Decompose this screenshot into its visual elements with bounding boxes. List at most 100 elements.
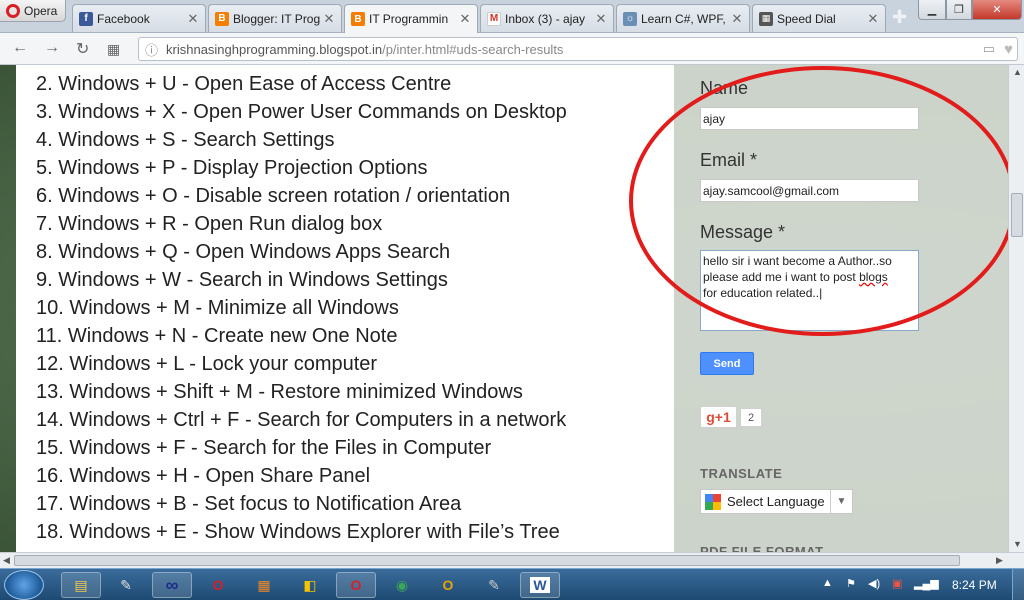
tab-label: Inbox (3) - ajay <box>505 11 586 26</box>
tab-inbox[interactable]: M Inbox (3) - ajay ✕ <box>480 4 614 32</box>
tool-icon[interactable]: ✎ <box>106 572 146 598</box>
facebook-icon: f <box>79 11 93 26</box>
tab-label: Learn C#, WPF, <box>641 11 726 26</box>
notepad-icon[interactable]: ✎ <box>474 572 514 598</box>
list-item: 14. Windows + Ctrl + F - Search for Comp… <box>36 409 567 431</box>
sidebar: Name ajay Email * ajay.samcool@gmail.com… <box>674 65 1008 552</box>
list-item: 10. Windows + M - Minimize all Windows <box>36 297 399 319</box>
back-icon[interactable]: ← <box>12 39 28 57</box>
opera-logo-icon <box>6 3 20 18</box>
list-item: 18. Windows + E - Show Windows Explorer … <box>36 521 560 543</box>
opera-icon[interactable]: O <box>336 572 376 598</box>
url-path: /p/inter.html#uds-search-results <box>382 41 564 57</box>
gplus-count: 2 <box>740 408 762 427</box>
vertical-scroll-thumb[interactable] <box>1011 193 1023 237</box>
tab-facebook[interactable]: f Facebook ✕ <box>72 4 206 32</box>
close-icon[interactable]: ✕ <box>187 11 199 27</box>
blogger-icon: B <box>351 12 365 26</box>
infinity-icon[interactable]: ∞ <box>152 572 192 598</box>
horizontal-scrollbar[interactable]: ◀ ▶ <box>0 552 1024 568</box>
page-info-icon[interactable]: ⓘ <box>145 40 158 59</box>
tab-speed-dial[interactable]: ▦ Speed Dial ✕ <box>752 4 886 32</box>
close-window-button[interactable]: ✕ <box>972 0 1022 20</box>
pdf-section-heading: PDF FILE FORMAT <box>700 544 824 552</box>
message-text: for education related.. <box>703 286 820 300</box>
network-icon[interactable]: ▂▄▆ <box>914 577 939 590</box>
horizontal-scroll-thumb[interactable] <box>14 555 960 566</box>
list-item: 3. Windows + X - Open Power User Command… <box>36 101 567 123</box>
chat-icon[interactable]: ◧ <box>290 572 330 598</box>
scroll-right-icon[interactable]: ▶ <box>996 555 1003 566</box>
media-icon[interactable]: ▦ <box>244 572 284 598</box>
name-label: Name <box>700 78 749 98</box>
opera-menu-button[interactable]: Opera <box>0 0 66 22</box>
close-icon[interactable]: ✕ <box>595 11 607 27</box>
vertical-scrollbar[interactable]: ▲ ▼ <box>1008 65 1024 552</box>
message-textarea[interactable]: hello sir i want become a Author..so ple… <box>700 250 919 331</box>
page-action-icon[interactable]: ▭ <box>983 41 995 57</box>
tab-blogger[interactable]: B Blogger: IT Prog ✕ <box>208 4 342 32</box>
learn-icon: ☼ <box>623 11 637 26</box>
google-translate-icon <box>705 493 721 510</box>
article-body: 2. Windows + U - Open Ease of Access Cen… <box>16 65 674 552</box>
list-item: 2. Windows + U - Open Ease of Access Cen… <box>36 73 452 95</box>
list-item: 11. Windows + N - Create new One Note <box>36 325 398 347</box>
tab-label: IT Programmin <box>369 12 449 26</box>
email-label: Email * <box>700 150 758 170</box>
forward-icon[interactable]: → <box>44 39 60 57</box>
tab-it-programming[interactable]: B IT Programmin ✕ <box>344 4 478 33</box>
speed-dial-icon: ▦ <box>759 11 773 26</box>
close-icon[interactable]: ✕ <box>459 11 471 27</box>
list-item: 12. Windows + L - Lock your computer <box>36 353 378 375</box>
shortcut-list: 2. Windows + U - Open Ease of Access Cen… <box>36 70 567 546</box>
language-select[interactable]: Select Language ▼ <box>700 489 853 514</box>
scroll-left-icon[interactable]: ◀ <box>3 555 10 566</box>
explorer-icon[interactable]: ▤ <box>61 572 101 598</box>
tray-arrow-icon[interactable]: ▲ <box>822 577 833 589</box>
outlook-icon[interactable]: O <box>428 572 468 598</box>
list-item: 13. Windows + Shift + M - Restore minimi… <box>36 381 523 403</box>
reload-icon[interactable]: ↻ <box>76 39 89 59</box>
tab-learn[interactable]: ☼ Learn C#, WPF, ✕ <box>616 4 750 32</box>
new-tab-button[interactable]: ✚ <box>892 7 907 28</box>
scroll-down-icon[interactable]: ▼ <box>1013 539 1022 549</box>
address-bar[interactable]: ⓘ krishnasinghprogramming.blogspot.in/p/… <box>138 37 1018 61</box>
message-line: hello sir i want become a Author..so <box>703 254 892 268</box>
restore-button[interactable]: ❐ <box>946 0 972 20</box>
clock[interactable]: 8:24 PM <box>952 578 997 592</box>
flag-icon[interactable]: ⚑ <box>846 577 856 590</box>
power-icon[interactable]: ▣ <box>892 577 902 590</box>
tab-label: Speed Dial <box>777 11 836 26</box>
gmail-icon: M <box>487 11 501 26</box>
message-label: Message * <box>700 222 786 242</box>
close-icon[interactable]: ✕ <box>323 11 335 27</box>
opera-mini-icon[interactable]: O <box>198 572 238 598</box>
close-icon[interactable]: ✕ <box>867 11 879 27</box>
tab-label: Facebook <box>97 11 150 26</box>
speed-dial-grid-icon[interactable]: ▦ <box>107 41 120 58</box>
list-item: 17. Windows + B - Set focus to Notificat… <box>36 493 462 515</box>
name-field[interactable]: ajay <box>700 107 919 130</box>
message-text: please add me i want to post <box>703 270 860 284</box>
close-icon[interactable]: ✕ <box>731 11 743 27</box>
language-select-label: Select Language <box>727 494 825 509</box>
list-item: 9. Windows + W - Search in Windows Setti… <box>36 269 448 291</box>
navigation-toolbar: ← → ↻ ▦ ⓘ krishnasinghprogramming.blogsp… <box>0 33 1024 65</box>
chrome-icon[interactable]: ◉ <box>382 572 422 598</box>
misspelled-word: blogs <box>859 270 888 284</box>
minimize-button[interactable]: ▁ <box>918 0 946 20</box>
heart-icon[interactable]: ♥ <box>1004 41 1013 58</box>
chevron-down-icon: ▼ <box>830 490 852 513</box>
volume-icon[interactable]: ◀) <box>868 577 880 590</box>
email-field[interactable]: ajay.samcool@gmail.com <box>700 179 919 202</box>
windows-start-icon[interactable] <box>4 570 44 600</box>
show-desktop-button[interactable] <box>1012 569 1024 600</box>
word-icon[interactable]: W <box>520 572 560 598</box>
scroll-up-icon[interactable]: ▲ <box>1013 67 1022 77</box>
gplus-button[interactable]: g+1 <box>700 406 737 428</box>
web-page: 2. Windows + U - Open Ease of Access Cen… <box>0 65 1008 552</box>
list-item: 7. Windows + R - Open Run dialog box <box>36 213 383 235</box>
tab-strip: Opera f Facebook ✕ B Blogger: IT Prog ✕ … <box>0 0 1024 33</box>
send-button[interactable]: Send <box>700 352 754 375</box>
taskbar: ▤ ✎ ∞ O ▦ ◧ O ◉ O ✎ W ▲ ⚑ ◀) ▣ ▂▄▆ 8:24 … <box>0 568 1024 600</box>
